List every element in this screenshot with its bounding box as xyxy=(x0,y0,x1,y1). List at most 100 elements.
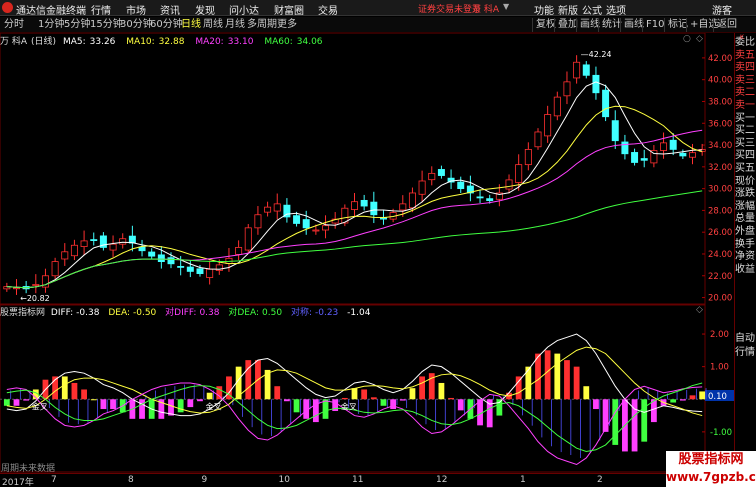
tab-60min[interactable]: 60分钟 xyxy=(150,18,183,32)
golden-cross-label-3: 金叉 xyxy=(341,401,357,411)
menu-formula[interactable]: 公式 xyxy=(582,2,602,17)
macd-bar-40 xyxy=(390,399,397,410)
macd-bar-47 xyxy=(457,399,464,411)
candle-body-20 xyxy=(196,268,204,274)
price-panel-frame xyxy=(0,33,706,305)
time-tick-8: 2 xyxy=(597,475,603,485)
candle-body-62 xyxy=(602,89,610,118)
macd-current-value: 0.10 xyxy=(708,392,727,402)
side-tab-9[interactable]: 买四 xyxy=(735,150,756,162)
menu-newversion[interactable]: 新版 xyxy=(558,2,578,17)
candle-body-30 xyxy=(293,215,301,224)
side-tab-12[interactable]: 涨跌 xyxy=(735,188,756,200)
settings-icon[interactable]: ◇ xyxy=(696,34,703,44)
tab-5min[interactable]: 5分钟 xyxy=(64,18,90,32)
candle-body-27 xyxy=(264,206,272,213)
stock-dropdown-icon[interactable]: ▼ xyxy=(503,2,509,11)
tab-more[interactable]: 更多 xyxy=(277,18,297,32)
side-tab-2[interactable]: 卖四 xyxy=(735,62,756,74)
quote-side-panel: 委比 卖五 卖四 卖三 卖二 卖一 买一 买二 买三 买四 买五 现价 涨跌 涨幅 总量 外盘 换手 净资 收益自动… xyxy=(734,33,756,487)
extra-value: -1.04 xyxy=(347,308,371,318)
menu-quotes[interactable]: 行情 xyxy=(91,2,111,17)
price-axis-label-4: 34.00 xyxy=(708,141,732,151)
candle-body-12 xyxy=(119,238,127,245)
candle-body-58 xyxy=(563,81,571,97)
candle-body-32 xyxy=(312,229,320,232)
ma20-label: MA20: 33.10 xyxy=(195,37,254,47)
menu-wealth[interactable]: 财富圈 xyxy=(274,2,304,17)
candle-body-57 xyxy=(553,96,561,117)
tab-15min[interactable]: 15分钟 xyxy=(90,18,123,32)
menu-discover[interactable]: 发现 xyxy=(195,2,215,17)
macd-bar-19 xyxy=(187,399,194,408)
pin-icon[interactable]: ○ xyxy=(683,34,691,44)
tab-1min[interactable]: 1分钟 xyxy=(38,18,64,32)
candle-body-50 xyxy=(486,198,494,201)
side-tab-11[interactable]: 现价 xyxy=(735,176,756,188)
side-tab-5[interactable]: 卖一 xyxy=(735,100,756,112)
side-tab-14[interactable]: 总量 xyxy=(735,213,756,225)
side-tab-0[interactable]: 委比 xyxy=(735,37,756,49)
candle-body-64 xyxy=(621,141,629,155)
macd-bar-28 xyxy=(274,386,281,400)
side-tab-15[interactable]: 外盘 xyxy=(735,226,756,238)
price-axis-label-1: 40.00 xyxy=(708,76,732,86)
candle-body-60 xyxy=(582,64,590,76)
candle-body-15 xyxy=(148,251,156,257)
macd-bar-29 xyxy=(284,399,290,402)
side-tab-7[interactable]: 买二 xyxy=(735,125,756,137)
side-tab-16[interactable]: 换手 xyxy=(735,239,756,251)
side-tab-19[interactable]: 自动 xyxy=(735,333,756,345)
candle-body-52 xyxy=(505,179,513,190)
macd-bar-55 xyxy=(535,353,541,400)
macd-axis-label-1: 1.00 xyxy=(710,363,729,373)
side-tab-1[interactable]: 卖五 xyxy=(735,50,756,62)
macd-bar-72 xyxy=(699,391,706,400)
candle-body-54 xyxy=(524,149,532,166)
macd-bar-22 xyxy=(216,386,223,400)
tab-multi-period[interactable]: 多周期 xyxy=(247,18,277,32)
tab-monthly[interactable]: 月线 xyxy=(225,18,245,32)
dea-label: DEA: -0.50 xyxy=(108,308,157,318)
current-stock: 万 科A xyxy=(472,5,500,15)
menu-news[interactable]: 资讯 xyxy=(160,2,180,17)
chart-canvas[interactable]: 42.00 40.00 38.00 36.00 34.00 32.00 30.00 28.00… xyxy=(0,33,734,473)
tab-weekly[interactable]: 周线 xyxy=(203,18,223,32)
indicator-settings-icon[interactable]: ◇ xyxy=(696,305,703,315)
candle-body-7 xyxy=(70,244,78,257)
low-price-annotation: ←20.82 xyxy=(20,294,50,303)
candle-body-66 xyxy=(640,158,648,161)
side-tab-13[interactable]: 涨幅 xyxy=(735,201,756,213)
macd-bar-46 xyxy=(448,397,454,400)
macd-bar-45 xyxy=(438,382,445,400)
menu-market[interactable]: 市场 xyxy=(126,2,146,17)
high-price-annotation: —42.24 xyxy=(581,50,612,59)
side-tab-18[interactable]: 收益 xyxy=(735,264,756,276)
menu-options[interactable]: 选项 xyxy=(606,2,626,17)
macd-bar-0 xyxy=(3,399,10,406)
candle-body-41 xyxy=(399,203,407,211)
menu-bar: 通达信金融终端 行情 市场 资讯 发现 问小达 财富圈 交易 证券交易未登录 万… xyxy=(0,0,756,17)
tab-30min[interactable]: 30分钟 xyxy=(120,18,153,32)
candle-body-43 xyxy=(418,180,426,195)
menu-ask[interactable]: 问小达 xyxy=(229,2,259,17)
app-title: 通达信金融终端 xyxy=(16,6,86,17)
tab-intraday[interactable]: 分时 xyxy=(4,18,24,32)
price-axis-label-5: 32.00 xyxy=(708,163,732,173)
side-tab-8[interactable]: 买三 xyxy=(735,138,756,150)
macd-bar-9 xyxy=(90,399,97,401)
back-button[interactable]: 返回 xyxy=(713,18,740,32)
menu-function[interactable]: 功能 xyxy=(534,2,554,17)
macd-bar-1 xyxy=(13,399,20,406)
side-tab-10[interactable]: 买五 xyxy=(735,163,756,175)
macd-bar-51 xyxy=(496,399,503,416)
side-tab-3[interactable]: 卖三 xyxy=(735,75,756,87)
side-tab-4[interactable]: 卖二 xyxy=(735,87,756,99)
side-tab-6[interactable]: 买一 xyxy=(735,113,756,125)
side-tab-20[interactable]: 行情 xyxy=(735,347,756,359)
macd-bar-11 xyxy=(110,399,116,410)
guest-user[interactable]: 游客 xyxy=(712,2,732,17)
menu-trade[interactable]: 交易 xyxy=(318,2,338,17)
side-tab-17[interactable]: 净资 xyxy=(735,251,756,263)
tab-daily[interactable]: 日线 xyxy=(181,18,201,32)
